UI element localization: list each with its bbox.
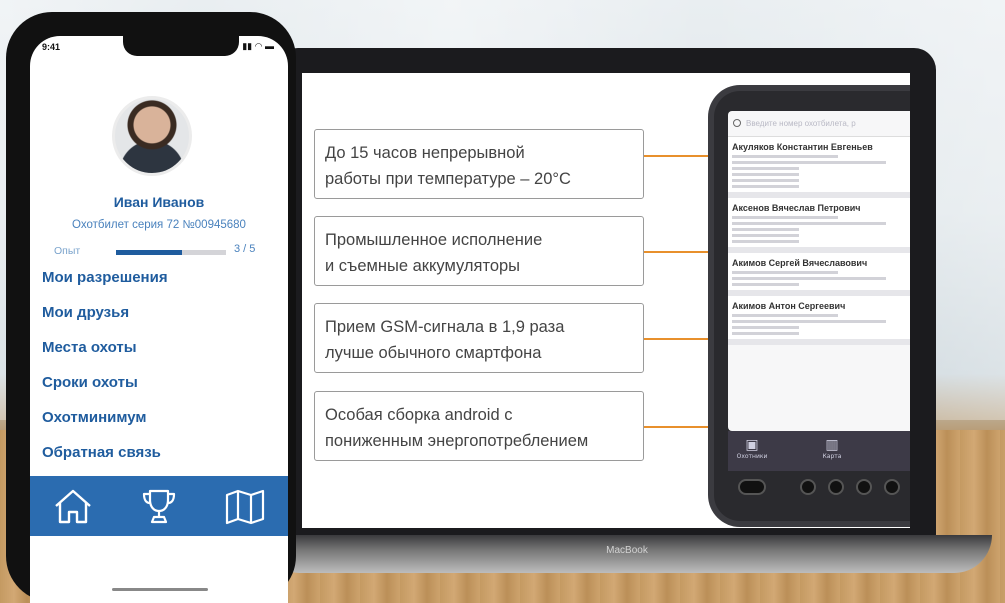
feature-line: Промышленное исполнение xyxy=(325,231,543,249)
avatar[interactable] xyxy=(112,96,192,176)
status-time: 9:41 xyxy=(42,42,61,52)
hunter-name: Акимов Сергей Вячеславович xyxy=(732,258,868,268)
feature-line: работы при температуре – 20°C xyxy=(325,170,571,188)
rugged-tablet: Введите номер охотбилета, р Акуляков Кон… xyxy=(714,91,910,521)
hunter-card[interactable]: Акимов Сергей Вячеславович xyxy=(728,253,910,296)
hunter-name: Аксенов Вячеслав Петрович xyxy=(732,203,861,213)
feature-box: Промышленное исполнение и съемные аккуму… xyxy=(314,216,644,286)
experience-label: Опыт xyxy=(54,245,81,257)
feature-line: До 15 часов непрерывной xyxy=(325,144,525,162)
experience-count: 3 / 5 xyxy=(234,243,256,255)
menu-item-hunting-minimum[interactable]: Охотминимум xyxy=(42,408,282,443)
feature-line: лучше обычного смартфона xyxy=(325,344,542,362)
hardware-button[interactable] xyxy=(828,479,844,495)
menu-item-hunting-places[interactable]: Места охоты xyxy=(42,338,282,373)
feature-line: и съемные аккумуляторы xyxy=(325,257,521,275)
user-name: Иван Иванов xyxy=(113,194,205,210)
hunter-card[interactable]: Аксенов Вячеслав Петрович xyxy=(728,198,910,253)
hunter-card[interactable]: Акуляков Константин Евгеньев xyxy=(728,137,910,198)
hunter-card[interactable]: Акимов Антон Сергеевич xyxy=(728,296,910,345)
menu-item-friends[interactable]: Мои друзья xyxy=(42,303,282,338)
feature-box: Прием GSM-сигнала в 1,9 раза лучше обычн… xyxy=(314,303,644,373)
hardware-button[interactable] xyxy=(884,479,900,495)
phone-notch xyxy=(123,36,239,56)
experience-progress xyxy=(116,250,226,255)
feature-line: Прием GSM-сигнала в 1,9 раза xyxy=(325,318,565,336)
laptop-screen: До 15 часов непрерывной работы при темпе… xyxy=(302,73,910,528)
tablet-nav-map[interactable]: ▥ Карта xyxy=(812,437,852,460)
search-icon xyxy=(733,119,741,127)
hunter-name: Акимов Антон Сергеевич xyxy=(732,301,846,311)
home-indicator xyxy=(112,588,208,591)
tablet-hardware-buttons xyxy=(728,473,910,503)
feature-box: Особая сборка android с пониженным энерг… xyxy=(314,391,644,461)
laptop-base: MacBook xyxy=(262,535,992,573)
tablet-nav-bar: ▣ Охотники ▥ Карта xyxy=(728,431,910,471)
menu-item-feedback[interactable]: Обратная связь xyxy=(42,443,282,478)
tablet-nav-label: Охотники xyxy=(736,453,768,460)
feature-line: Особая сборка android с xyxy=(325,406,513,424)
trophy-icon[interactable] xyxy=(136,486,182,526)
tab-bar xyxy=(30,476,288,536)
phone-screen: 9:41 ▮▮ ◠ ▬ Иван Иванов Охотбилет серия … xyxy=(30,36,288,603)
tablet-search-placeholder: Введите номер охотбилета, р xyxy=(746,119,856,128)
tablet-nav-label: Карта xyxy=(822,453,842,460)
laptop-brand: MacBook xyxy=(606,545,648,556)
menu-item-permits[interactable]: Мои разрешения xyxy=(42,268,282,303)
map-icon[interactable] xyxy=(222,486,268,526)
feature-box: До 15 часов непрерывной работы при темпе… xyxy=(314,129,644,199)
map-icon: ▥ xyxy=(825,437,839,453)
main-menu: Мои разрешения Мои друзья Места охоты Ср… xyxy=(42,268,282,478)
feature-line: пониженным энергопотреблением xyxy=(325,432,589,450)
hunting-license: Охотбилет серия 72 №00945680 xyxy=(72,219,246,231)
experience-progress-fill xyxy=(116,250,182,255)
home-icon[interactable] xyxy=(50,486,96,526)
status-icons: ▮▮ ◠ ▬ xyxy=(242,41,274,51)
tablet-nav-hunters[interactable]: ▣ Охотники xyxy=(732,437,772,460)
tablet-screen: Введите номер охотбилета, р Акуляков Кон… xyxy=(728,111,910,431)
hunter-name: Акуляков Константин Евгеньев xyxy=(732,142,873,152)
tablet-search-bar[interactable]: Введите номер охотбилета, р xyxy=(728,111,910,137)
person-icon: ▣ xyxy=(745,437,759,453)
menu-item-hunting-seasons[interactable]: Сроки охоты xyxy=(42,373,282,408)
hardware-button[interactable] xyxy=(800,479,816,495)
hardware-button[interactable] xyxy=(738,479,766,495)
hardware-button[interactable] xyxy=(856,479,872,495)
phone: 9:41 ▮▮ ◠ ▬ Иван Иванов Охотбилет серия … xyxy=(6,12,296,603)
